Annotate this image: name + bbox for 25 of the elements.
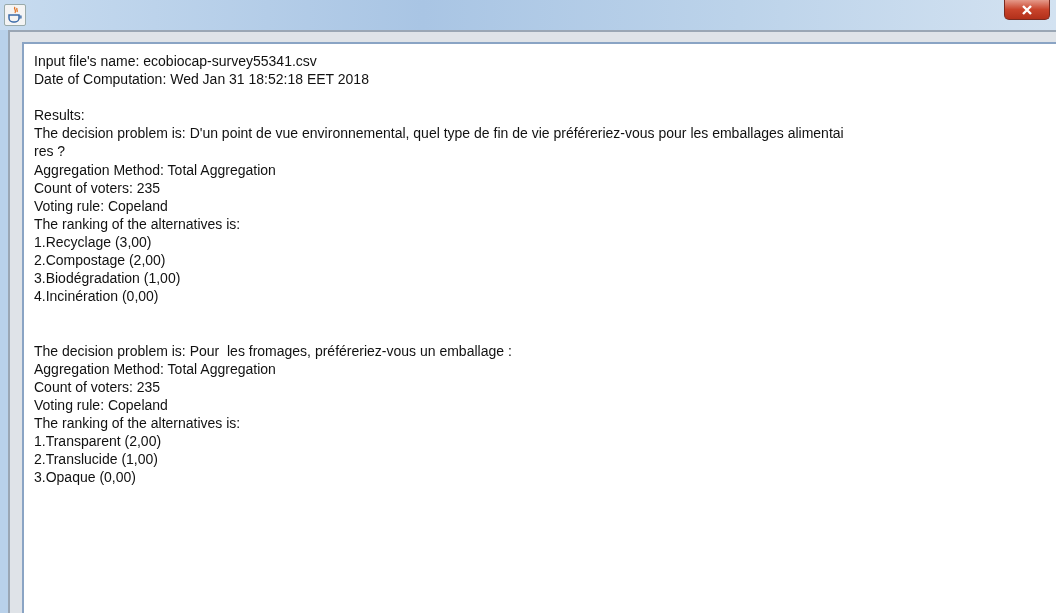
text-line: 3.Opaque (0,00) <box>34 468 137 487</box>
text-line: The decision problem is: D'un point de vue environnemental, quel type de fin de vie préféreriez-vous pour les emballages alimentai <box>34 124 845 143</box>
text-line: Aggregation Method: Total Aggregation <box>34 359 277 378</box>
text-line: Input file's name: ecobiocap-survey55341.csv <box>34 52 318 71</box>
text-line: 3.Biodégradation (1,00) <box>34 269 182 288</box>
text-line: Voting rule: Copeland <box>34 196 169 215</box>
text-line: The ranking of the alternatives is: <box>34 413 242 432</box>
close-button[interactable] <box>1004 0 1050 20</box>
cup-icon <box>4 4 26 26</box>
text-line: 1.Transparent (2,00) <box>34 431 163 451</box>
text-line: 2.Translucide (1,00) <box>34 450 159 469</box>
close-icon <box>1021 3 1033 16</box>
text-line: The ranking of the alternatives is: <box>34 214 242 233</box>
text-line: Aggregation Method: Total Aggregation <box>34 160 277 179</box>
text-line: The decision problem is: Pour les fromages, préféreriez-vous un emballage : <box>34 341 513 360</box>
text-line: res ? <box>34 142 67 161</box>
text-line: 1.Recyclage (3,00) <box>34 232 153 252</box>
text-line: Voting rule: Copeland <box>34 395 169 414</box>
results-text-area[interactable] <box>22 42 1056 613</box>
text-line: Count of voters: 235 <box>34 178 162 197</box>
text-line: 2.Compostage (2,00) <box>34 251 167 270</box>
text-line: Count of voters: 235 <box>34 377 162 396</box>
text-line: Date of Computation: Wed Jan 31 18:52:18 EET 2018 <box>34 70 370 89</box>
text-line: Results: <box>34 106 86 125</box>
text-line: 4.Incinération (0,00) <box>34 287 160 306</box>
